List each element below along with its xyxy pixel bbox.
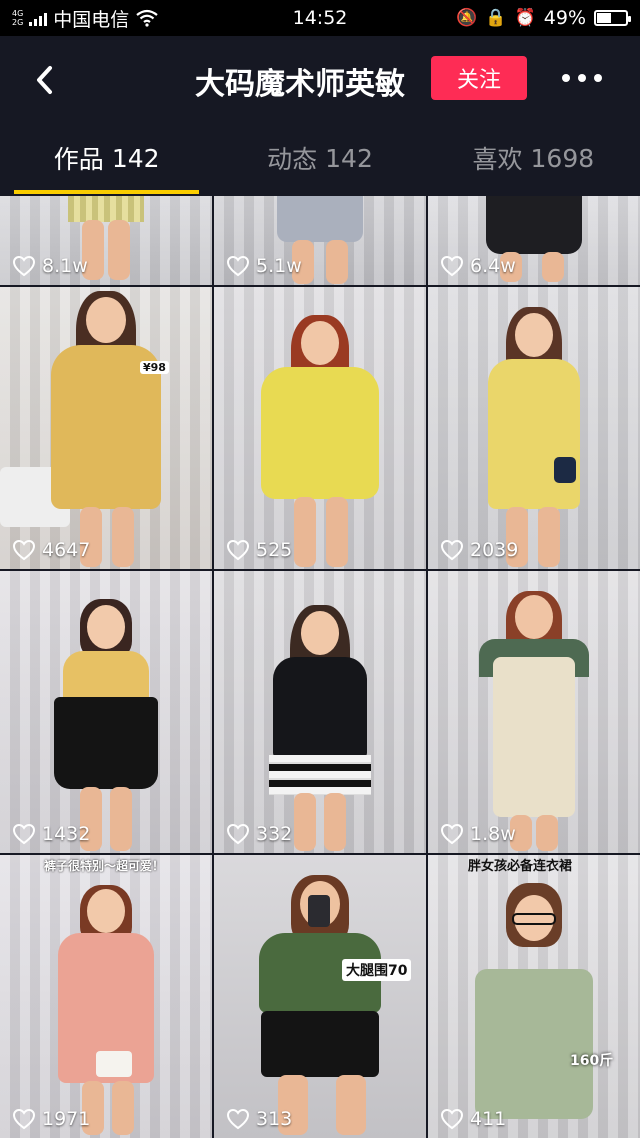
wifi-icon bbox=[136, 9, 158, 27]
tab-label: 作品 bbox=[53, 145, 104, 174]
more-options-button[interactable] bbox=[562, 64, 602, 92]
like-count: 4647 bbox=[12, 539, 90, 561]
network-2g: 2G bbox=[12, 18, 24, 27]
carrier-name: 中国电信 bbox=[53, 8, 130, 31]
weight-tag: 160斤 bbox=[570, 1053, 614, 1069]
like-count-value: 4647 bbox=[42, 539, 91, 561]
like-count: 2039 bbox=[440, 539, 518, 561]
handbag bbox=[96, 1051, 132, 1077]
active-tab-indicator bbox=[14, 190, 200, 194]
heart-icon bbox=[12, 255, 36, 277]
heart-icon bbox=[226, 1108, 250, 1130]
measurement-tag: 大腿围70 bbox=[342, 959, 412, 981]
video-thumbnail[interactable]: 2039 bbox=[428, 287, 640, 569]
like-count-value: 313 bbox=[256, 1108, 293, 1130]
price-tag: ¥98 bbox=[140, 361, 169, 374]
like-count-value: 8.1w bbox=[42, 255, 88, 277]
video-thumbnail[interactable]: 1432 bbox=[0, 571, 212, 853]
battery-level bbox=[597, 13, 611, 23]
heart-icon bbox=[226, 255, 250, 277]
tab-works[interactable]: 作品 142 bbox=[0, 122, 213, 194]
like-count-value: 411 bbox=[470, 1108, 507, 1130]
video-caption: 胖女孩必备连衣裙 bbox=[468, 859, 573, 874]
video-thumbnail[interactable]: 胖女孩必备连衣裙 160斤 411 bbox=[428, 855, 640, 1138]
like-count: 1432 bbox=[12, 823, 90, 845]
like-count-value: 1971 bbox=[42, 1108, 91, 1130]
like-count: 1971 bbox=[12, 1108, 90, 1130]
like-count: 6.4w bbox=[440, 255, 516, 277]
heart-icon bbox=[226, 823, 250, 845]
heart-icon bbox=[12, 823, 36, 845]
handbag bbox=[554, 457, 576, 483]
battery-icon bbox=[594, 10, 631, 26]
status-bar: 4G 2G 中国电信 14:52 🔕 🔒 ⏰ 49% bbox=[0, 0, 640, 36]
tab-label: 动态 bbox=[267, 145, 318, 174]
mute-icon: 🔕 bbox=[456, 8, 478, 28]
like-count-value: 2039 bbox=[470, 539, 519, 561]
like-count-value: 1432 bbox=[42, 823, 91, 845]
status-right: 🔕 🔒 ⏰ 49% bbox=[456, 7, 631, 29]
profile-title: 大码魔术师英敏 bbox=[195, 67, 405, 102]
dot-icon bbox=[562, 74, 570, 82]
network-4g: 4G bbox=[12, 9, 24, 18]
like-count: 411 bbox=[440, 1108, 506, 1130]
like-count: 313 bbox=[226, 1108, 292, 1130]
video-thumbnail[interactable]: 6.4w bbox=[428, 196, 640, 285]
dot-icon bbox=[578, 74, 586, 82]
alarm-icon: ⏰ bbox=[514, 8, 536, 28]
heart-icon bbox=[440, 255, 464, 277]
video-thumbnail[interactable]: 525 bbox=[214, 287, 426, 569]
network-type: 4G 2G bbox=[12, 9, 23, 27]
tab-count: 1698 bbox=[530, 143, 595, 173]
heart-icon bbox=[226, 539, 250, 561]
like-count: 5.1w bbox=[226, 255, 302, 277]
profile-tabs: 作品 142 动态 142 喜欢 1698 bbox=[0, 122, 640, 194]
like-count: 8.1w bbox=[12, 255, 88, 277]
signal-icon bbox=[29, 10, 48, 26]
heart-icon bbox=[440, 539, 464, 561]
profile-header: 大码魔术师英敏 关注 bbox=[0, 36, 640, 122]
follow-button[interactable]: 关注 bbox=[431, 56, 527, 100]
video-thumbnail[interactable]: 1.8w bbox=[428, 571, 640, 853]
like-count-value: 1.8w bbox=[470, 823, 516, 845]
rotation-lock-icon: 🔒 bbox=[485, 8, 507, 28]
heart-icon bbox=[12, 539, 36, 561]
dot-icon bbox=[594, 74, 602, 82]
like-count-value: 332 bbox=[256, 823, 293, 845]
tab-count: 142 bbox=[325, 143, 373, 173]
tab-label: 喜欢 bbox=[472, 145, 523, 174]
video-thumbnail[interactable]: 5.1w bbox=[214, 196, 426, 285]
tab-count: 142 bbox=[111, 143, 160, 173]
video-thumbnail[interactable]: 8.1w bbox=[0, 196, 212, 285]
glasses-icon bbox=[512, 913, 556, 925]
like-count: 1.8w bbox=[440, 823, 516, 845]
video-thumbnail[interactable]: 裤子很特别～超可爱！ 1971 bbox=[0, 855, 212, 1138]
heart-icon bbox=[440, 1108, 464, 1130]
tab-activity[interactable]: 动态 142 bbox=[213, 122, 426, 194]
video-caption: 裤子很特别～超可爱！ bbox=[44, 859, 165, 873]
status-left: 4G 2G 中国电信 bbox=[12, 5, 159, 32]
like-count-value: 5.1w bbox=[256, 255, 302, 277]
tab-likes[interactable]: 喜欢 1698 bbox=[427, 122, 640, 194]
chevron-left-icon bbox=[37, 66, 52, 94]
like-count: 525 bbox=[226, 539, 292, 561]
heart-icon bbox=[440, 823, 464, 845]
phone bbox=[308, 895, 330, 927]
video-thumbnail[interactable]: 332 bbox=[214, 571, 426, 853]
video-thumbnail[interactable]: ¥98 4647 bbox=[0, 287, 212, 569]
battery-percent: 49% bbox=[543, 7, 586, 29]
video-thumbnail[interactable]: 大腿围70 313 bbox=[214, 855, 426, 1138]
heart-icon bbox=[12, 1108, 36, 1130]
like-count-value: 6.4w bbox=[470, 255, 516, 277]
back-button[interactable] bbox=[28, 60, 64, 100]
like-count: 332 bbox=[226, 823, 292, 845]
like-count-value: 525 bbox=[256, 539, 293, 561]
